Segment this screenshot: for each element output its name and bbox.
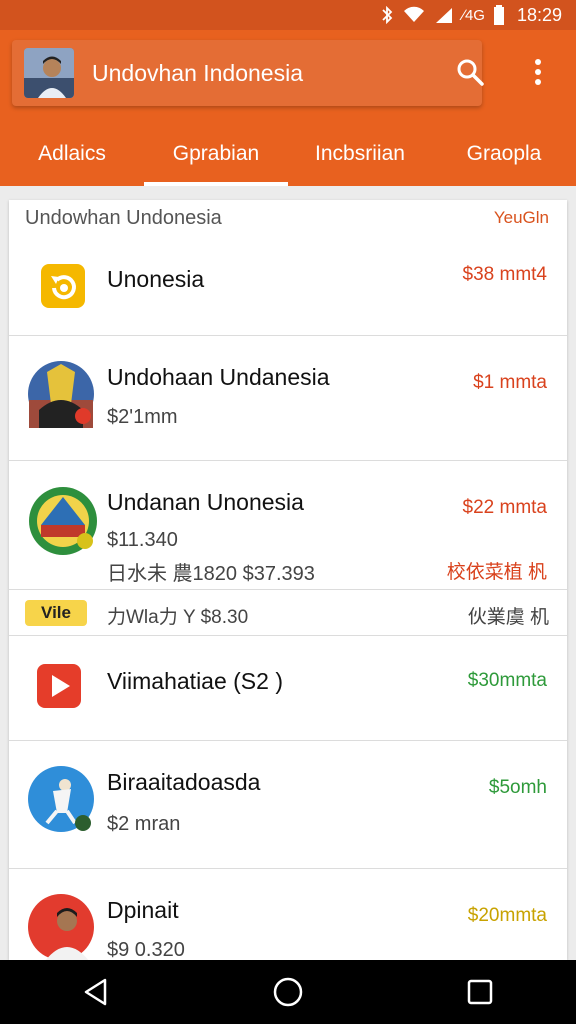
row-subtitle-2: 日水未 農1820 $37.393 bbox=[107, 563, 315, 585]
list-item[interactable]: Dpinait $9 0.320 $20mmta bbox=[9, 869, 567, 960]
clock: 18:29 bbox=[516, 4, 562, 25]
more-options-button[interactable] bbox=[520, 52, 556, 92]
emblem-icon bbox=[27, 485, 97, 555]
recents-button[interactable] bbox=[450, 962, 510, 1022]
list-header-link[interactable]: YeuGln bbox=[494, 208, 549, 228]
list-card: Undowhan Undonesia YeuGln Unonesia $38 m… bbox=[9, 200, 567, 960]
row-title: Biraaitadoasda bbox=[107, 769, 261, 795]
list-item[interactable]: Viimahatiae (S2 ) $30mmta bbox=[9, 636, 567, 741]
list-header-title: Undowhan Undonesia bbox=[25, 206, 222, 229]
athlete-avatar-icon bbox=[27, 765, 95, 833]
signal-icon bbox=[434, 6, 454, 24]
row-price: $30mmta bbox=[467, 670, 547, 691]
row-price-secondary: 校依菜植 杋 bbox=[446, 562, 547, 583]
search-bar[interactable]: Undovhan Indonesia bbox=[12, 40, 482, 106]
list-item[interactable]: Biraaitadoasda $2 mran $5omh bbox=[9, 741, 567, 869]
strip-text: 力Wla力 Y $8.30 bbox=[107, 607, 249, 628]
row-title: Unonesia bbox=[107, 266, 205, 292]
battery-icon bbox=[493, 5, 505, 25]
tab-graopla[interactable]: Graopla bbox=[432, 122, 576, 186]
avatar-icon bbox=[27, 360, 95, 428]
row-title: Dpinait bbox=[107, 897, 179, 923]
row-price: $5omh bbox=[488, 777, 547, 798]
row-title: Viimahatiae (S2 ) bbox=[107, 668, 283, 694]
strip-right-text: 伙業虞 机 bbox=[467, 607, 549, 628]
tab-incbsriian[interactable]: Incbsriian bbox=[288, 122, 432, 186]
row-price: $20mmta bbox=[467, 905, 547, 926]
row-price: $22 mmta bbox=[462, 497, 547, 518]
home-button[interactable] bbox=[258, 962, 318, 1022]
tab-bar: Adlaics Gprabian Incbsriian Graopla bbox=[0, 122, 576, 186]
row-subtitle: $2ʹ1mm bbox=[107, 406, 178, 428]
account-avatar[interactable] bbox=[24, 48, 74, 98]
bluetooth-icon bbox=[380, 6, 394, 24]
tab-adlaics[interactable]: Adlaics bbox=[0, 122, 144, 186]
app-bar: Undovhan Indonesia bbox=[0, 30, 576, 122]
status-bar: ∕4G 18:29 bbox=[0, 0, 576, 30]
row-title: Undanan Unonesia bbox=[107, 489, 304, 515]
play-icon bbox=[33, 660, 101, 728]
row-subtitle: $9 0.320 bbox=[107, 939, 185, 960]
avatar-icon bbox=[24, 48, 74, 98]
search-button[interactable] bbox=[450, 52, 490, 92]
person-avatar-icon bbox=[27, 893, 95, 960]
list-header: Undowhan Undonesia YeuGln bbox=[9, 200, 567, 236]
recents-icon bbox=[467, 979, 493, 1005]
list-item[interactable]: Undanan Unonesia $11.340 日水未 農1820 $37.3… bbox=[9, 461, 567, 590]
wifi-icon bbox=[402, 6, 426, 24]
network-type: ∕4G bbox=[462, 6, 485, 24]
search-icon bbox=[457, 59, 484, 86]
navigation-bar bbox=[0, 960, 576, 1024]
back-button[interactable] bbox=[66, 962, 126, 1022]
row-subtitle: $2 mran bbox=[107, 813, 181, 835]
row-title: Undohaan Undanesia bbox=[107, 364, 330, 390]
list-item[interactable]: Unonesia $38 mmt4 bbox=[9, 236, 567, 336]
folder-refresh-icon bbox=[31, 254, 99, 322]
back-icon bbox=[84, 978, 107, 1006]
home-icon bbox=[273, 977, 303, 1007]
summary-strip[interactable]: Vile 力Wla力 Y $8.30 伙業虞 机 bbox=[9, 590, 567, 636]
row-price: $38 mmt4 bbox=[462, 264, 547, 285]
tab-gprabian[interactable]: Gprabian bbox=[144, 122, 288, 186]
app-title: Undovhan Indonesia bbox=[92, 59, 303, 86]
vile-badge: Vile bbox=[25, 600, 87, 626]
row-price: $1 mmtа bbox=[473, 372, 547, 393]
row-subtitle: $11.340 bbox=[107, 529, 178, 551]
more-vert-icon bbox=[535, 59, 541, 85]
list-item[interactable]: Undohaan Undanesia $2ʹ1mm $1 mmtа bbox=[9, 336, 567, 461]
